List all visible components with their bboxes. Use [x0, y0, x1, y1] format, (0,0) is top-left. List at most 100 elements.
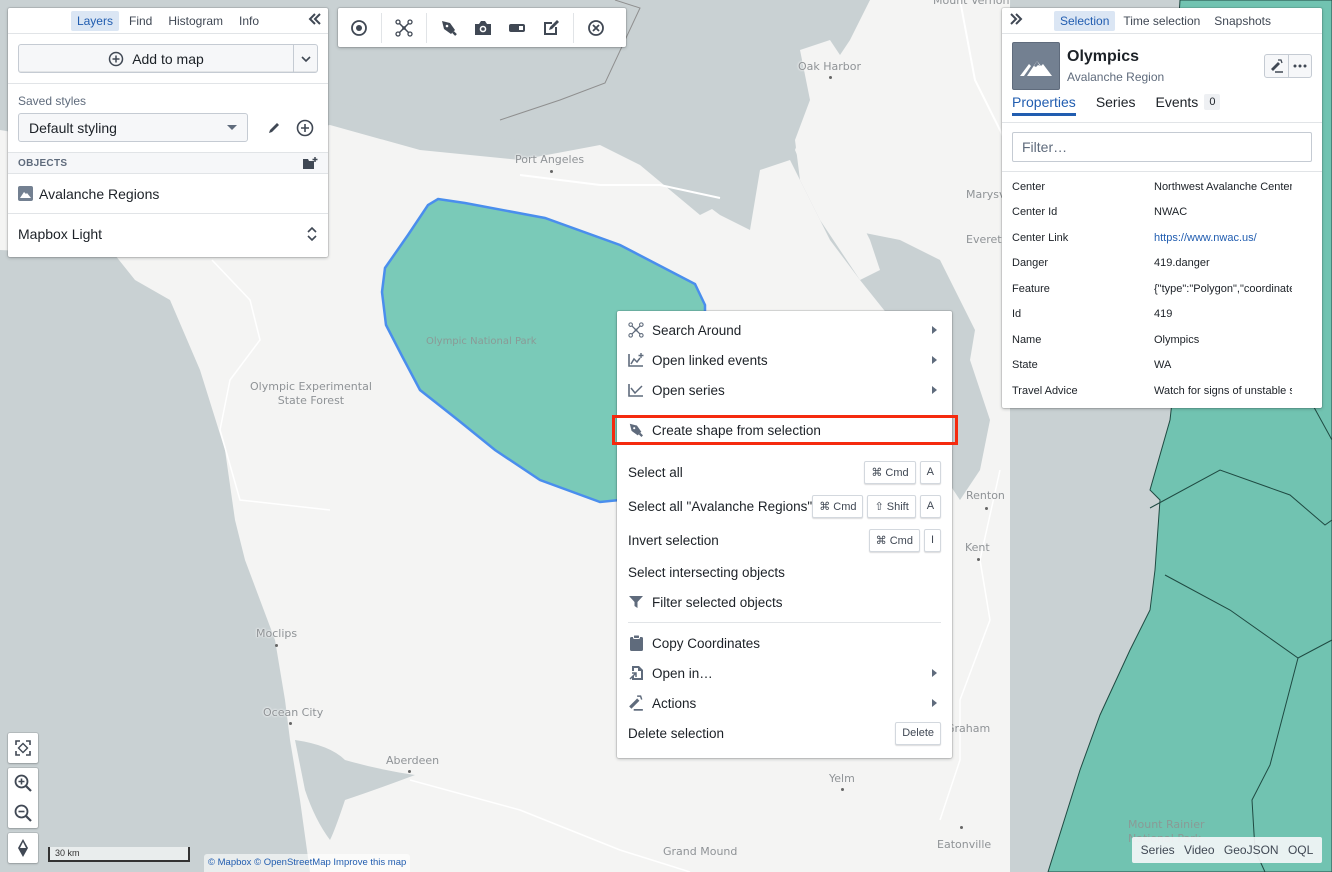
tab-time-selection[interactable]: Time selection: [1117, 11, 1206, 31]
collapse-panel-button[interactable]: [308, 12, 322, 30]
mountain-icon: [1020, 61, 1052, 76]
annotate-tool[interactable]: [534, 13, 568, 43]
scale-bar: 30 km: [48, 847, 190, 862]
export-video-link[interactable]: Video: [1184, 843, 1214, 857]
screenshot-tool[interactable]: [466, 13, 500, 43]
add-circle-icon: [296, 119, 314, 136]
measure-tool[interactable]: [500, 13, 534, 43]
sub-tab-events[interactable]: Events: [1156, 90, 1199, 116]
menu-item-open-linked-events[interactable]: Open linked events: [617, 345, 952, 375]
fit-bounds-button[interactable]: [8, 733, 38, 763]
caret-right-icon: [932, 356, 937, 364]
tab-selection[interactable]: Selection: [1054, 10, 1116, 31]
property-value: WA: [1154, 359, 1172, 372]
map-label-ocean-city: Ocean City: [263, 706, 324, 719]
add-circle-icon: [108, 51, 124, 66]
properties-filter-input[interactable]: [1012, 132, 1312, 162]
more-options-button[interactable]: [1288, 55, 1311, 77]
caret-right-icon: [932, 326, 937, 334]
saved-styles-select[interactable]: Default styling: [18, 113, 248, 142]
context-menu: Search Around Open linked events Open se…: [612, 311, 958, 758]
caret-down-icon: [227, 125, 237, 130]
menu-item-open-series[interactable]: Open series: [617, 375, 952, 405]
basemap-selector[interactable]: Mapbox Light: [8, 214, 328, 254]
zoom-control: [8, 768, 38, 828]
add-to-map-dropdown[interactable]: [293, 45, 317, 72]
menu-item-label: Select all "Avalanche Regions": [628, 498, 813, 514]
fit-bounds-icon: [15, 740, 31, 756]
menu-item-select-all[interactable]: Select all ⌘ Cmd A: [617, 455, 952, 489]
sub-tab-properties[interactable]: Properties: [1012, 90, 1076, 116]
menu-item-select-all-avalanche-regions[interactable]: Select all "Avalanche Regions" ⌘ Cmd ⇧ S…: [617, 489, 952, 523]
menu-item-copy-coordinates[interactable]: Copy Coordinates: [617, 628, 952, 658]
tab-layers[interactable]: Layers: [70, 10, 119, 31]
add-to-map-button[interactable]: Add to map: [19, 45, 293, 72]
map-label-olympic-experimental-forest: Olympic Experimental State Forest: [250, 380, 372, 407]
add-to-map-button-group: Add to map: [18, 44, 318, 73]
menu-item-open-in[interactable]: Open in…: [617, 658, 952, 688]
object-type: Avalanche Region: [1067, 70, 1165, 84]
select-point-tool[interactable]: [342, 13, 376, 43]
zoom-in-button[interactable]: [8, 768, 38, 798]
map-label-everett: Everett: [966, 233, 1006, 246]
menu-item-label: Invert selection: [628, 532, 719, 548]
menu-item-search-around[interactable]: Search Around: [617, 315, 952, 345]
compass-icon: [18, 839, 28, 857]
zoom-out-button[interactable]: [8, 798, 38, 828]
object-actions: [1264, 54, 1312, 78]
property-row: State WA: [1002, 353, 1322, 379]
compass-button[interactable]: [8, 833, 38, 863]
object-name: Olympics: [1067, 48, 1140, 65]
search-around-tool[interactable]: [387, 13, 421, 43]
export-geojson-link[interactable]: GeoJSON: [1224, 843, 1279, 857]
map-label-yelm: Yelm: [829, 772, 855, 785]
layer-item-avalanche-regions[interactable]: Avalanche Regions: [8, 174, 328, 214]
property-key: Center Id: [1012, 206, 1058, 219]
map-label-renton: Renton: [966, 489, 1005, 502]
export-links: Series Video GeoJSON OQL: [1132, 837, 1322, 863]
map-attribution[interactable]: © Mapbox © OpenStreetMap Improve this ma…: [204, 854, 411, 872]
expand-panel-button[interactable]: [1009, 12, 1023, 30]
tab-info[interactable]: Info: [233, 11, 265, 31]
clear-tool[interactable]: [579, 13, 613, 43]
caret-right-icon: [932, 386, 937, 394]
kbd-key: I: [923, 528, 941, 552]
menu-item-select-intersecting-objects[interactable]: Select intersecting objects: [617, 557, 952, 587]
edit-style-button[interactable]: [262, 116, 286, 140]
kbd-key: ⇧ Shift: [867, 494, 916, 518]
center-link[interactable]: https://www.nwac.us/: [1154, 232, 1292, 244]
add-style-button[interactable]: [293, 116, 317, 140]
more-horizontal-icon: [1293, 64, 1307, 68]
property-value: 419: [1154, 308, 1173, 321]
map-label-port-angeles: Port Angeles: [515, 153, 585, 166]
selection-panel: Selection Time selection Snapshots Olymp…: [1002, 8, 1322, 408]
export-oql-link[interactable]: OQL: [1288, 843, 1313, 857]
objects-section-header: OBJECTS: [8, 152, 328, 174]
kbd-key: A: [919, 494, 942, 518]
object-actions-button[interactable]: [1265, 55, 1288, 77]
object-sub-tabs: Properties Series Events 0: [1012, 90, 1221, 116]
pen-tool-icon: [442, 20, 457, 36]
menu-divider: [628, 622, 941, 623]
menu-item-label: Open series: [652, 382, 725, 398]
object-thumbnail: [1012, 42, 1060, 90]
menu-item-invert-selection[interactable]: Invert selection ⌘ Cmd I: [617, 523, 952, 557]
line-chart-icon: [628, 384, 643, 397]
menu-item-label: Select intersecting objects: [628, 564, 785, 580]
map-label-oak-harbor: Oak Harbor: [798, 60, 862, 73]
zoom-in-icon: [14, 774, 32, 792]
tab-find[interactable]: Find: [123, 11, 158, 31]
menu-item-delete-selection[interactable]: Delete selection Delete: [617, 718, 952, 748]
caret-right-icon: [932, 669, 937, 677]
sub-tab-series[interactable]: Series: [1096, 90, 1136, 116]
draw-shape-tool[interactable]: [432, 13, 466, 43]
map-label-olympic-national-park: Olympic National Park: [426, 336, 537, 347]
new-folder-icon[interactable]: [302, 156, 318, 170]
tab-snapshots[interactable]: Snapshots: [1208, 11, 1277, 31]
menu-item-create-shape-from-selection[interactable]: Create shape from selection: [612, 415, 958, 445]
tab-histogram[interactable]: Histogram: [162, 11, 229, 31]
menu-item-actions[interactable]: Actions: [617, 688, 952, 718]
compass-control: [8, 833, 38, 863]
export-series-link[interactable]: Series: [1141, 843, 1175, 857]
menu-item-filter-selected-objects[interactable]: Filter selected objects: [617, 587, 952, 617]
